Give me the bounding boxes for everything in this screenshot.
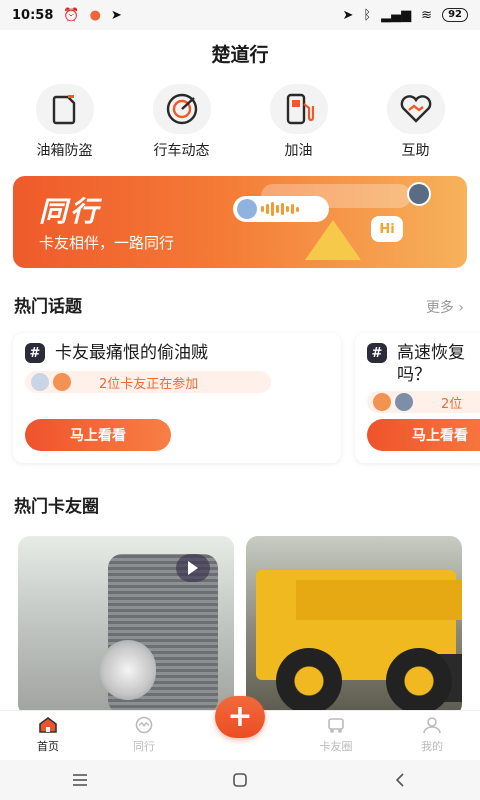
banner-title: 同行 — [39, 195, 102, 228]
quick-label: 行车动态 — [153, 143, 210, 159]
participants-badge: 2位卡友正在参加 — [25, 371, 271, 393]
feed-post-video[interactable] — [18, 536, 234, 716]
battery-icon: 92 — [442, 8, 468, 22]
nav-label: 首页 — [37, 740, 59, 753]
hot-circles-title: 热门卡友圈 — [14, 497, 99, 517]
topic-title: 高速恢复 吗？ — [397, 343, 465, 385]
system-nav-bar — [0, 760, 480, 800]
participants-text: 2位卡友正在参加 — [99, 376, 199, 392]
voice-chat-bubble — [233, 196, 329, 222]
alarm-icon: ⏰ — [63, 7, 80, 23]
avatar — [237, 199, 257, 219]
view-now-button[interactable]: 马上看看 — [25, 419, 171, 451]
target-icon — [152, 84, 211, 134]
hi-bubble: Hi — [371, 216, 403, 242]
topic-card[interactable]: # 高速恢复 吗？ 2位 马上看看 — [355, 333, 480, 463]
handshake-heart-icon — [386, 84, 445, 134]
nav-label: 卡友圈 — [319, 740, 353, 753]
avatar — [31, 373, 49, 391]
back-icon[interactable] — [380, 765, 420, 795]
nav-label: 我的 — [421, 740, 443, 753]
bluetooth-icon: ᛒ — [363, 7, 372, 23]
truck-wheel-image — [276, 648, 342, 714]
home-square-icon[interactable] — [220, 765, 260, 795]
view-now-button[interactable]: 马上看看 — [367, 419, 480, 451]
quick-functions: 油箱防盗 行车动态 加油 互助 — [0, 84, 480, 164]
quick-mutual-help[interactable]: 互助 — [366, 84, 466, 164]
avatar — [395, 393, 413, 411]
participants-text: 2位 — [441, 396, 463, 412]
hot-topics-title: 热门话题 — [14, 297, 82, 317]
feed-post-image[interactable] — [246, 536, 462, 716]
play-icon[interactable] — [176, 554, 210, 582]
more-link[interactable]: 更多 › — [426, 297, 464, 317]
truck-circle-icon — [328, 718, 344, 733]
promo-banner[interactable]: 同行 卡友相伴，一路同行 Hi — [13, 176, 467, 268]
more-label: 更多 — [425, 300, 454, 316]
hash-icon: # — [25, 343, 45, 363]
chat-icon — [135, 716, 153, 734]
quick-refuel[interactable]: 加油 — [249, 84, 349, 164]
chevron-right-icon: › — [453, 300, 464, 316]
signal-icon: ▂▄▆ — [381, 7, 412, 23]
banner-subtitle: 卡友相伴，一路同行 — [39, 234, 175, 252]
fuel-tank-icon — [35, 84, 94, 134]
navigation-arrow-icon — [305, 220, 361, 260]
nav-truck-circle[interactable]: 卡友圈 — [288, 711, 384, 760]
quick-fuel-theft[interactable]: 油箱防盗 — [15, 84, 115, 164]
nav-home[interactable]: 首页 — [0, 711, 96, 760]
location-arrow-icon: ➤ — [342, 7, 354, 23]
voice-wave-icon — [261, 202, 299, 216]
wifi-icon: ≋ — [421, 7, 433, 23]
menu-icon[interactable] — [60, 765, 100, 795]
nav-together[interactable]: 同行 — [96, 711, 192, 760]
fuel-pump-icon — [269, 84, 328, 134]
participants-badge: 2位 — [367, 391, 480, 413]
quick-label: 加油 — [284, 143, 313, 159]
add-post-button[interactable]: + — [215, 696, 265, 738]
quick-label: 油箱防盗 — [36, 143, 93, 159]
avatar — [53, 373, 71, 391]
quick-driving-status[interactable]: 行车动态 — [132, 84, 232, 164]
nav-profile[interactable]: 我的 — [384, 711, 480, 760]
status-bar: 10:58 ⏰ ● ➤ ➤ ᛒ ▂▄▆ ≋ 92 — [0, 0, 480, 30]
status-time: 10:58 — [12, 7, 54, 23]
hash-icon: # — [367, 343, 387, 363]
topic-title: 卡友最痛恨的偷油贼 — [55, 343, 208, 363]
truck-wheel-image — [386, 648, 452, 714]
nav-label: 同行 — [133, 740, 155, 753]
topic-card[interactable]: # 卡友最痛恨的偷油贼 2位卡友正在参加 马上看看 — [13, 333, 341, 463]
home-icon — [39, 717, 57, 733]
location-pin-icon: ● — [89, 7, 101, 23]
profile-icon — [423, 717, 441, 734]
quick-label: 互助 — [401, 143, 430, 159]
avatar — [373, 393, 391, 411]
avatar — [407, 182, 431, 206]
navigation-icon: ➤ — [110, 7, 122, 23]
page-title: 楚道行 — [0, 30, 480, 76]
fan-image — [100, 640, 156, 700]
